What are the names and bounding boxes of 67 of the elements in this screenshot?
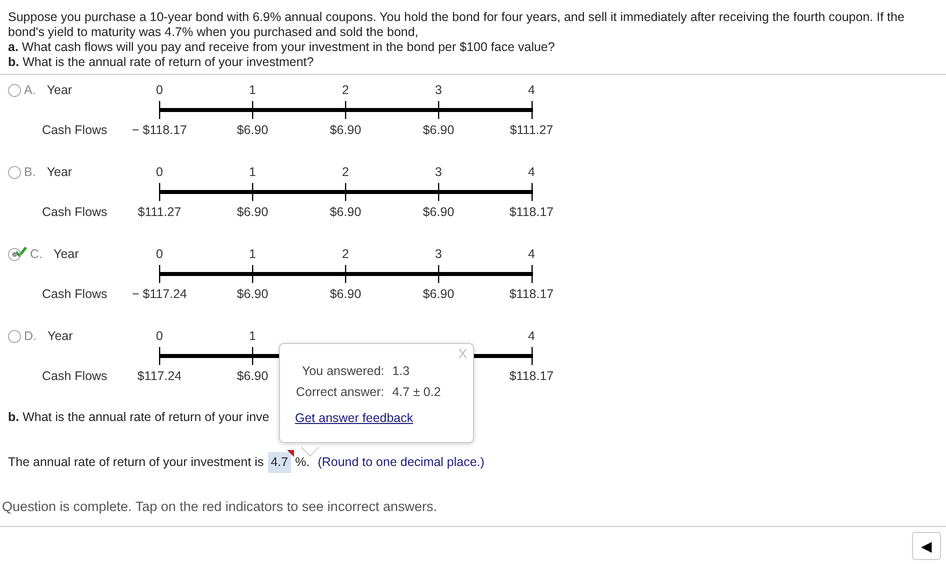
question-part: a. What cash flows will you pay and receive from your investment in the bond per $100 face value? [8,40,556,55]
cash-flow-value: $111.27 [510,123,554,137]
field-label: Correct answer: [296,384,384,401]
year-label: 1 [249,247,256,261]
option-letter: B. [24,164,36,181]
cash-flow-value: $6.90 [236,123,268,137]
year-label: 0 [156,329,163,343]
answer-text: The annual rate of return of your investment is [8,454,264,471]
year-label: 4 [528,165,535,179]
cash-flow-value: $6.90 [422,287,454,301]
axis-label: Cash Flows [42,204,108,221]
cash-flow-value: $6.90 [236,369,268,383]
status-message: Question is complete. Tap on the red indicators to see incorrect answers. [1,498,438,516]
axis-label: Year [48,328,73,345]
year-label: 3 [435,247,442,261]
radio-button[interactable] [8,248,21,260]
year-label: 1 [249,165,256,179]
axis-label: Year [46,164,72,181]
cash-flow-value: $118.17 [509,369,554,383]
year-label: 4 [528,83,535,97]
axis-label: Cash Flows [42,286,108,303]
year-label: 4 [528,329,535,343]
cash-flow-value: $6.90 [330,205,362,219]
option-letter: A. [24,82,36,99]
field-value: 4.7 ± 0.2 [392,384,441,401]
axis-label: Cash Flows [42,122,108,139]
cash-flow-value: − $117.24 [132,287,188,301]
year-label: 3 [435,83,442,97]
cash-flow-value: $6.90 [330,123,362,137]
year-label: 4 [528,247,535,261]
year-label: 1 [249,83,256,97]
axis-label: Cash Flows [42,368,108,385]
year-label: 1 [249,329,256,343]
cash-flow-value: $6.90 [330,287,362,301]
question-part: b. What is the annual rate of return of your inve [8,410,270,424]
hint-text: (Round to one decimal place.) [318,454,484,471]
back-button[interactable]: ◀ [912,532,941,560]
question-part: b. What is the annual rate of return of your investment? [8,55,315,70]
cash-flow-value: $111.27 [138,205,182,219]
year-label: 0 [156,247,163,261]
option-letter: C. [30,246,42,263]
year-label: 2 [342,165,349,179]
axis-label: Year [46,82,72,99]
field-value: 1.3 [392,363,410,380]
radio-button[interactable] [8,84,21,96]
field-label: You answered: [302,363,384,380]
option-letter: D. [24,328,36,345]
cash-flow-value: $118.17 [509,287,554,301]
radio-button[interactable] [8,330,21,342]
year-label: 2 [342,247,349,261]
incorrect-indicator-icon[interactable] [287,450,294,457]
radio-button[interactable] [8,166,21,178]
cash-flow-value: $6.90 [236,205,268,219]
axis-label: Year [54,246,79,263]
year-label: 3 [435,165,442,179]
percent-sign: %. [295,454,310,471]
feedback-link[interactable]: Get answer feedback [295,409,414,428]
year-label: 2 [342,83,349,97]
cash-flow-value: $117.24 [137,369,182,383]
cash-flow-value: $6.90 [236,287,268,301]
cash-flow-value: $6.90 [422,123,454,137]
cash-flow-value: $118.17 [509,205,554,219]
cash-flow-value: − $118.17 [132,123,188,137]
year-label: 0 [156,165,163,179]
answer-field[interactable]: 4.7 [268,452,292,472]
year-label: 0 [156,83,163,97]
cash-flow-value: $6.90 [422,205,454,219]
